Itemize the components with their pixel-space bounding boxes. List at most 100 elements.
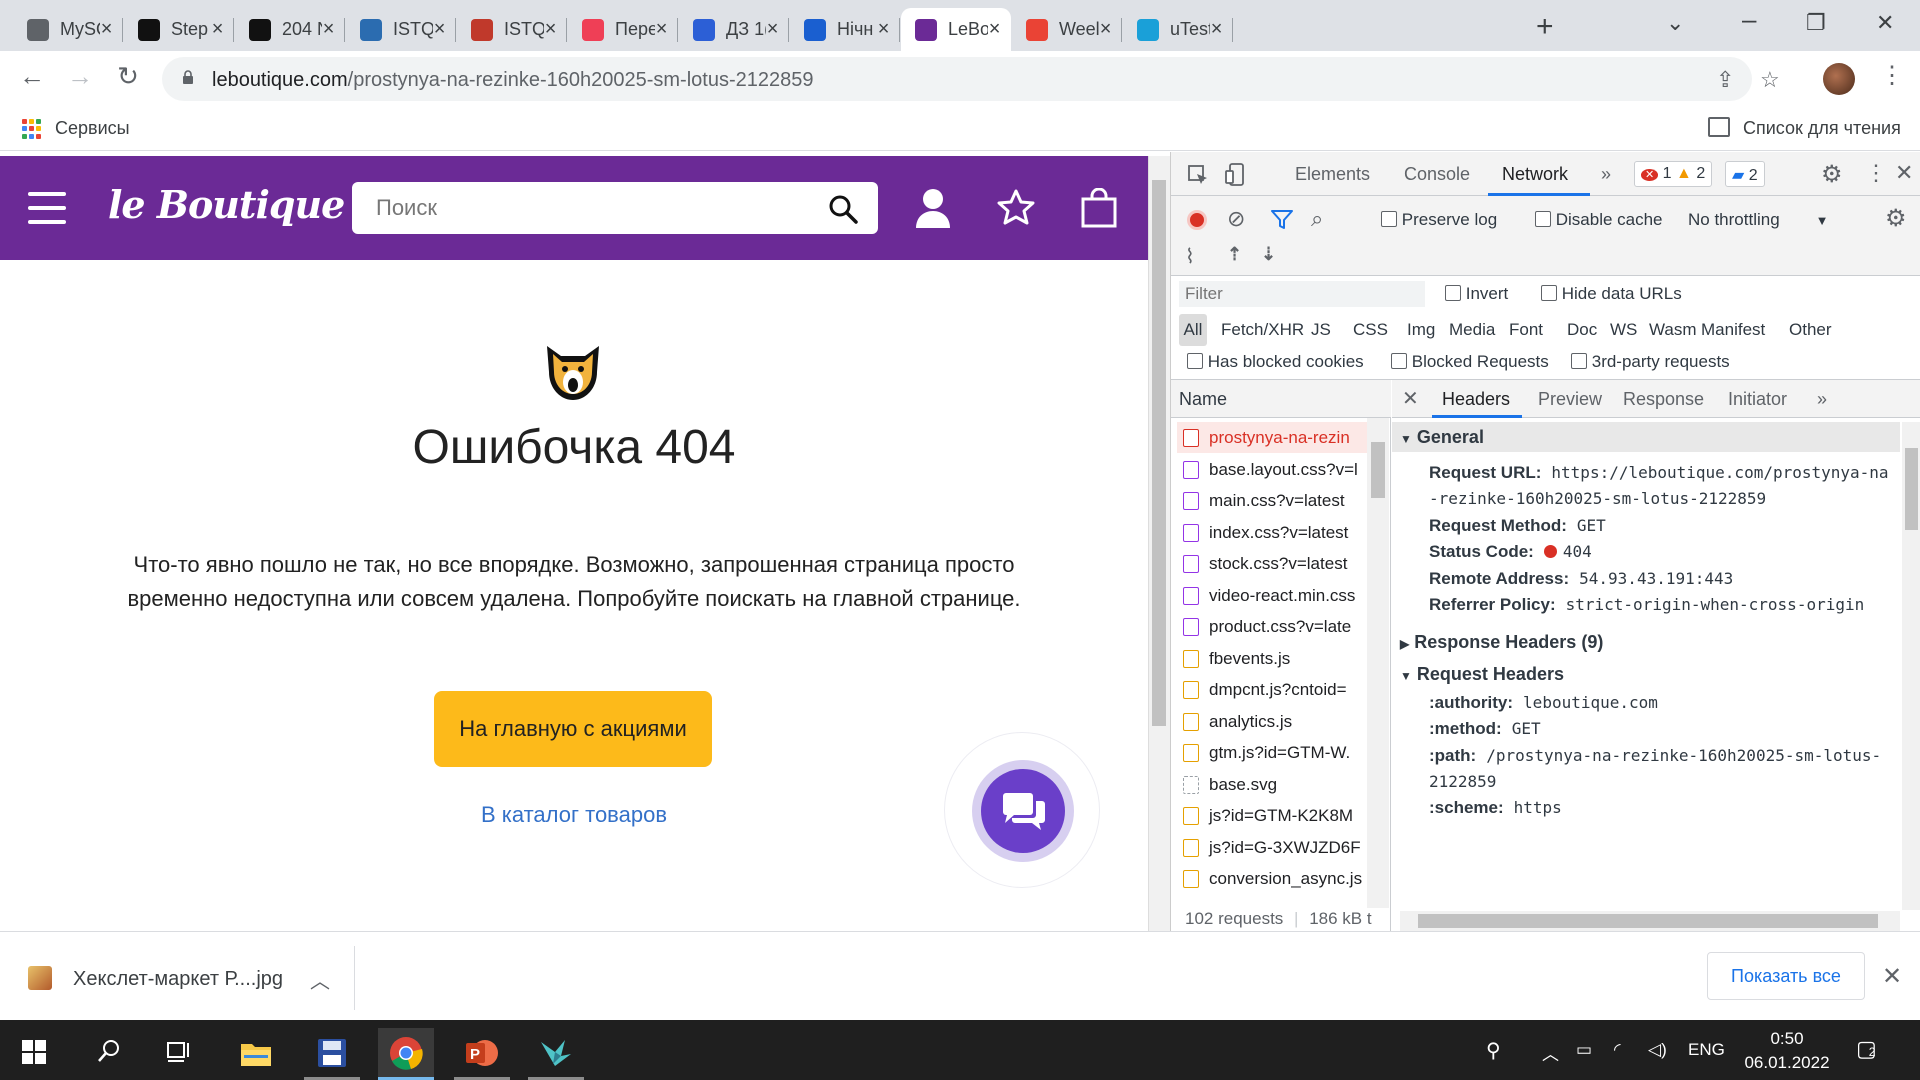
favorites-star-icon[interactable] bbox=[996, 188, 1036, 228]
hide-data-urls-checkbox[interactable]: Hide data URLs bbox=[1541, 284, 1682, 304]
request-row[interactable]: prostynya-na-rezin bbox=[1177, 422, 1367, 453]
inspect-element-icon[interactable] bbox=[1187, 164, 1209, 186]
task-view-icon[interactable] bbox=[166, 1038, 194, 1064]
more-tabs-chevron-icon[interactable]: » bbox=[1601, 164, 1611, 185]
type-filter-fetchxhr[interactable]: Fetch/XHR bbox=[1221, 320, 1304, 340]
user-icon[interactable] bbox=[914, 188, 952, 228]
back-button[interactable]: ← bbox=[14, 61, 50, 97]
messages-badge[interactable]: ▰ 2 bbox=[1725, 161, 1765, 187]
request-row[interactable]: gtm.js?id=GTM-W. bbox=[1177, 737, 1367, 768]
request-row[interactable]: fbevents.js bbox=[1177, 643, 1367, 674]
type-filter-media[interactable]: Media bbox=[1449, 320, 1495, 340]
type-filter-ws[interactable]: WS bbox=[1610, 320, 1637, 340]
type-filter-manifest[interactable]: Manifest bbox=[1701, 320, 1765, 340]
close-tab-icon[interactable]: × bbox=[100, 18, 113, 41]
filter-input[interactable] bbox=[1179, 281, 1425, 307]
close-shelf-icon[interactable]: ✕ bbox=[1882, 962, 1902, 991]
download-item[interactable]: Хекслет-маркет Р....jpg bbox=[73, 968, 283, 991]
url-text[interactable]: leboutique.com/prostynya-na-rezinke-160h… bbox=[212, 69, 813, 92]
filter-funnel-icon[interactable] bbox=[1271, 210, 1293, 230]
tab-initiator[interactable]: Initiator bbox=[1728, 389, 1787, 410]
close-details-icon[interactable]: ✕ bbox=[1402, 386, 1419, 411]
settings-gear-icon[interactable]: ⚙ bbox=[1821, 160, 1843, 189]
invert-checkbox[interactable]: Invert bbox=[1445, 284, 1508, 304]
reload-button[interactable]: ↻ bbox=[110, 61, 146, 97]
close-tab-icon[interactable]: × bbox=[988, 18, 1001, 41]
close-devtools-icon[interactable]: ✕ bbox=[1895, 160, 1913, 186]
tab-network[interactable]: Network bbox=[1502, 164, 1568, 185]
request-row[interactable]: video-react.min.css bbox=[1177, 580, 1367, 611]
network-conditions-wifi-icon[interactable]: ⌇ bbox=[1185, 244, 1195, 269]
request-row[interactable]: analytics.js bbox=[1177, 706, 1367, 737]
clear-icon[interactable]: ⊘ bbox=[1227, 206, 1245, 232]
close-tab-icon[interactable]: × bbox=[877, 18, 890, 41]
details-scrollbar[interactable] bbox=[1902, 422, 1920, 910]
close-tab-icon[interactable]: × bbox=[322, 18, 335, 41]
request-headers-section[interactable]: ▼ Request Headers bbox=[1400, 664, 1564, 685]
powerpoint-icon[interactable]: P bbox=[454, 1028, 510, 1080]
tab-search-icon[interactable]: ⌄ bbox=[1666, 10, 1684, 36]
close-tab-icon[interactable]: × bbox=[433, 18, 446, 41]
clock[interactable]: 0:50 06.01.2022 bbox=[1742, 1027, 1832, 1075]
issues-badge[interactable]: ✕ 1 ▲ 2 bbox=[1634, 161, 1713, 187]
request-row[interactable]: stock.css?v=latest bbox=[1177, 548, 1367, 579]
response-headers-section[interactable]: ▶ Response Headers (9) bbox=[1400, 632, 1603, 653]
browser-tab[interactable]: Weel × bbox=[1012, 8, 1122, 51]
address-bar[interactable]: leboutique.com/prostynya-na-rezinke-160h… bbox=[162, 57, 1780, 101]
request-list-scrollbar[interactable] bbox=[1367, 418, 1389, 908]
network-settings-gear-icon[interactable]: ⚙ bbox=[1885, 204, 1907, 233]
page-scrollbar[interactable] bbox=[1148, 156, 1170, 935]
notifications-icon[interactable]: ▢2 bbox=[1856, 1036, 1877, 1062]
tab-elements[interactable]: Elements bbox=[1295, 164, 1370, 185]
close-tab-icon[interactable]: × bbox=[1099, 18, 1112, 41]
tab-response[interactable]: Response bbox=[1623, 389, 1704, 410]
bird-app-icon[interactable] bbox=[528, 1028, 584, 1080]
apps-icon[interactable] bbox=[22, 119, 42, 139]
wifi-icon[interactable]: ◜ bbox=[1614, 1040, 1621, 1060]
close-tab-icon[interactable]: × bbox=[1210, 18, 1223, 41]
type-filter-js[interactable]: JS bbox=[1311, 320, 1331, 340]
devtools-menu-icon[interactable]: ⋮ bbox=[1865, 160, 1887, 186]
reading-list-link[interactable]: Список для чтения bbox=[1743, 118, 1901, 139]
close-tab-icon[interactable]: × bbox=[211, 18, 224, 41]
apps-link[interactable]: Сервисы bbox=[55, 118, 130, 139]
battery-icon[interactable]: ▭ bbox=[1576, 1040, 1592, 1060]
request-row[interactable]: base.layout.css?v=l bbox=[1177, 454, 1367, 485]
file-explorer-icon[interactable] bbox=[228, 1028, 284, 1080]
volume-icon[interactable]: ◁) bbox=[1648, 1040, 1667, 1060]
browser-tab[interactable]: uTest × bbox=[1123, 8, 1233, 51]
people-icon[interactable]: ⚲ bbox=[1486, 1038, 1501, 1063]
type-filter-css[interactable]: CSS bbox=[1353, 320, 1388, 340]
browser-tab[interactable]: ISTQB× bbox=[346, 8, 456, 51]
request-row[interactable]: dmpcnt.js?cntoid= bbox=[1177, 674, 1367, 705]
browser-tab[interactable]: ISTQB× bbox=[457, 8, 567, 51]
chevron-up-icon[interactable]: ︿ bbox=[1542, 1040, 1559, 1065]
device-toolbar-icon[interactable] bbox=[1225, 163, 1247, 187]
details-horizontal-scrollbar[interactable] bbox=[1400, 911, 1900, 931]
profile-avatar[interactable] bbox=[1823, 63, 1855, 95]
close-window-button[interactable]: ✕ bbox=[1876, 10, 1894, 36]
browser-tab[interactable]: Нічн × bbox=[790, 8, 900, 51]
minimize-button[interactable]: – bbox=[1742, 4, 1756, 35]
hamburger-menu-icon[interactable] bbox=[28, 192, 66, 224]
throttling-select[interactable]: No throttling ▼ bbox=[1688, 210, 1829, 230]
request-row[interactable]: base.svg bbox=[1177, 769, 1367, 800]
request-row[interactable]: main.css?v=latest bbox=[1177, 485, 1367, 516]
more-detail-tabs-chevron-icon[interactable]: » bbox=[1817, 389, 1827, 410]
share-icon[interactable]: ⇪ bbox=[1716, 67, 1734, 93]
new-tab-button[interactable]: + bbox=[1536, 10, 1554, 44]
search-icon[interactable]: ⌕ bbox=[1311, 206, 1323, 232]
tab-preview[interactable]: Preview bbox=[1538, 389, 1602, 410]
cart-bag-icon[interactable] bbox=[1080, 188, 1118, 228]
type-filter-font[interactable]: Font bbox=[1509, 320, 1543, 340]
third-party-checkbox[interactable]: 3rd-party requests bbox=[1571, 352, 1730, 372]
type-filter-doc[interactable]: Doc bbox=[1567, 320, 1597, 340]
site-search-input[interactable] bbox=[352, 182, 812, 234]
browser-tab[interactable]: MySQ× bbox=[13, 8, 123, 51]
restore-button[interactable]: ❐ bbox=[1806, 10, 1826, 36]
name-column-header[interactable]: Name bbox=[1171, 380, 1391, 418]
import-har-upload-icon[interactable]: ⇡ bbox=[1227, 244, 1242, 265]
language-indicator[interactable]: ENG bbox=[1688, 1040, 1725, 1060]
has-blocked-cookies-checkbox[interactable]: Has blocked cookies bbox=[1187, 352, 1364, 372]
chrome-menu-icon[interactable]: ⋮ bbox=[1880, 61, 1904, 90]
